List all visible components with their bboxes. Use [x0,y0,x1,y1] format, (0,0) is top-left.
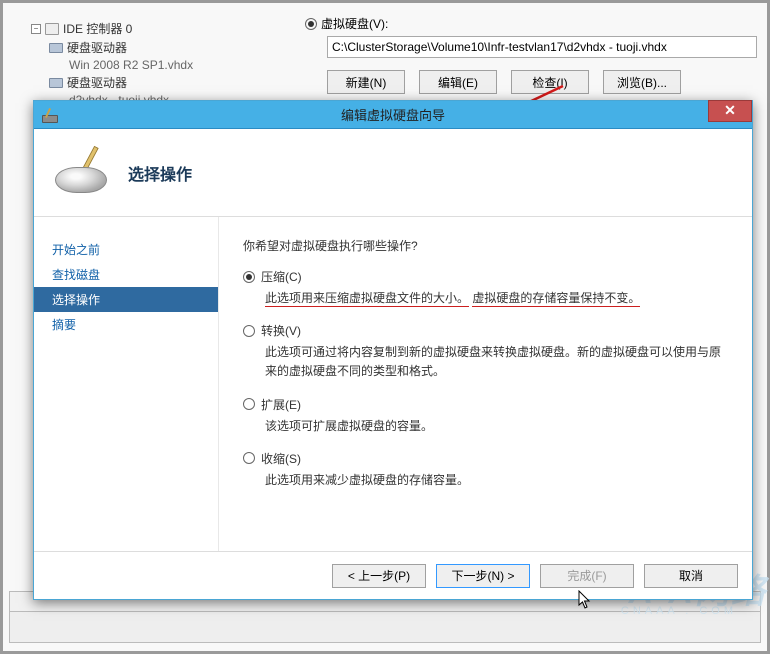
wizard-body: 选择操作 开始之前 查找磁盘 选择操作 摘要 你希望对虚拟硬盘执行哪些操作? 压… [34,129,752,599]
wizard-page-title: 选择操作 [128,161,192,185]
radio-unselected-icon [243,325,255,337]
virtual-disk-label: 虚拟硬盘(V): [321,15,388,32]
check-button[interactable]: 检查(I) [511,70,589,94]
finish-button[interactable]: 完成(F) [540,564,634,588]
collapse-icon[interactable]: − [31,24,41,34]
close-button[interactable]: ✕ [708,100,752,122]
edit-button[interactable]: 编辑(E) [419,70,497,94]
tree-drive2-row[interactable]: 硬盘驱动器 [49,73,251,92]
outer-frame: − IDE 控制器 0 硬盘驱动器 Win 2008 R2 SP1.vhdx 硬… [0,0,770,654]
nav-locate-disk[interactable]: 查找磁盘 [34,262,218,287]
option-compact-radio[interactable]: 压缩(C) [243,268,728,285]
option-shrink-desc: 此选项用来减少虚拟硬盘的存储容量。 [265,471,728,490]
radio-selected-icon[interactable] [305,18,317,30]
action-question: 你希望对虚拟硬盘执行哪些操作? [243,237,728,254]
tree-drive2-label: 硬盘驱动器 [67,74,127,91]
watermark-subtext: CNAAA . COM [621,605,737,617]
wizard-header: 选择操作 [34,129,752,217]
radio-selected-icon [243,271,255,283]
browse-button[interactable]: 浏览(B)... [603,70,681,94]
tree-drive1-sub[interactable]: Win 2008 R2 SP1.vhdx [69,57,251,73]
radio-unselected-icon [243,398,255,410]
option-shrink-radio[interactable]: 收缩(S) [243,450,728,467]
nav-choose-action[interactable]: 选择操作 [34,287,218,312]
cancel-button[interactable]: 取消 [644,564,738,588]
hardware-tree: − IDE 控制器 0 硬盘驱动器 Win 2008 R2 SP1.vhdx 硬… [31,19,251,108]
option-expand-label: 扩展(E) [261,396,301,413]
controller-icon [45,23,59,35]
hdd-icon [49,43,63,53]
tree-controller-label: IDE 控制器 0 [63,20,132,37]
wizard-content: 你希望对虚拟硬盘执行哪些操作? 压缩(C) 此选项用来压缩虚拟硬盘文件的大小。 … [219,217,752,551]
nav-summary[interactable]: 摘要 [34,312,218,337]
virtual-disk-pane: 虚拟硬盘(V): C:\ClusterStorage\Volume10\Infr… [287,11,749,94]
option-expand-radio[interactable]: 扩展(E) [243,396,728,413]
hdd-illustration-icon [52,149,112,197]
radio-unselected-icon [243,452,255,464]
new-button[interactable]: 新建(N) [327,70,405,94]
option-compact-desc: 此选项用来压缩虚拟硬盘文件的大小。 虚拟硬盘的存储容量保持不变。 [265,289,728,308]
nav-before-you-begin[interactable]: 开始之前 [34,237,218,262]
tree-drive1-row[interactable]: 硬盘驱动器 [49,38,251,57]
option-convert-radio[interactable]: 转换(V) [243,322,728,339]
vhd-button-strip: 新建(N) 编辑(E) 检查(I) 浏览(B)... [327,70,749,94]
back-button[interactable]: < 上一步(P) [332,564,426,588]
wizard-titlebar[interactable]: 编辑虚拟硬盘向导 ✕ [34,101,752,129]
option-convert: 转换(V) 此选项可通过将内容复制到新的虚拟硬盘来转换虚拟硬盘。新的虚拟硬盘可以… [243,322,728,381]
option-expand-desc: 该选项可扩展虚拟硬盘的容量。 [265,417,728,436]
edit-vhd-wizard-dialog: 编辑虚拟硬盘向导 ✕ 选择操作 开始之前 查找磁盘 选择操作 摘要 你希望对虚拟… [33,100,753,600]
option-convert-desc: 此选项可通过将内容复制到新的虚拟硬盘来转换虚拟硬盘。新的虚拟硬盘可以使用与原来的… [265,343,728,381]
option-convert-label: 转换(V) [261,322,301,339]
option-compact: 压缩(C) 此选项用来压缩虚拟硬盘文件的大小。 虚拟硬盘的存储容量保持不变。 [243,268,728,308]
option-shrink-label: 收缩(S) [261,450,301,467]
wizard-nav: 开始之前 查找磁盘 选择操作 摘要 [34,217,219,551]
wizard-title: 编辑虚拟硬盘向导 [34,105,752,124]
tree-drive1-label: 硬盘驱动器 [67,39,127,56]
option-shrink: 收缩(S) 此选项用来减少虚拟硬盘的存储容量。 [243,450,728,490]
virtual-disk-radio-row[interactable]: 虚拟硬盘(V): [287,11,749,36]
tree-controller-row[interactable]: − IDE 控制器 0 [31,19,251,38]
next-button[interactable]: 下一步(N) > [436,564,530,588]
hdd-icon [49,78,63,88]
wizard-footer: < 上一步(P) 下一步(N) > 完成(F) 取消 [34,551,752,599]
option-expand: 扩展(E) 该选项可扩展虚拟硬盘的容量。 [243,396,728,436]
vhd-path-field[interactable]: C:\ClusterStorage\Volume10\Infr-testvlan… [327,36,757,58]
option-compact-label: 压缩(C) [261,268,302,285]
